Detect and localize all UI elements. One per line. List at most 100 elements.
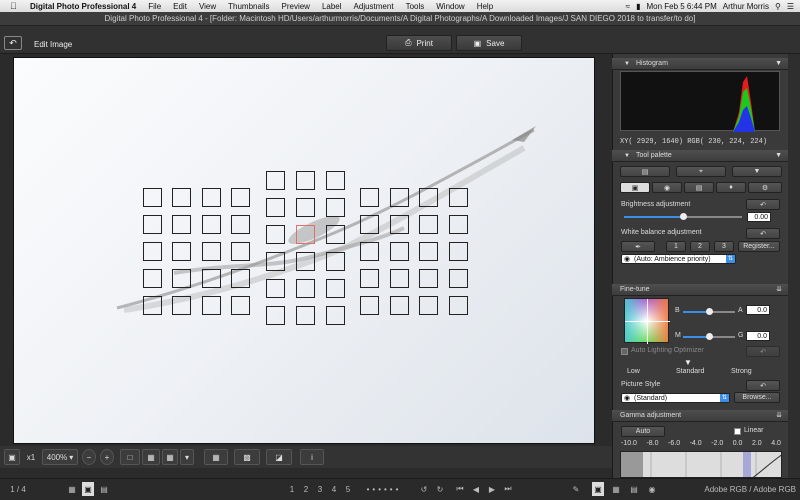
- ba-slider[interactable]: [683, 308, 735, 315]
- layout-1-icon[interactable]: ▣: [592, 482, 604, 496]
- menu-help[interactable]: Help: [477, 2, 493, 11]
- zoom-in-button[interactable]: +: [100, 449, 114, 465]
- gamma-graph[interactable]: [620, 451, 782, 478]
- tab-curve[interactable]: ▤: [684, 182, 714, 193]
- zoom-x1-button[interactable]: x1: [22, 449, 40, 465]
- crop-view-button[interactable]: □: [120, 449, 140, 465]
- wb-eyedropper-button[interactable]: ✒: [621, 241, 655, 252]
- wb-preset-1[interactable]: 1: [666, 241, 686, 252]
- tab-settings[interactable]: ⚙: [748, 182, 782, 193]
- af-points-button[interactable]: ▦: [204, 449, 228, 465]
- wb-select[interactable]: ◉ (Auto: Ambience priority) ⇅: [621, 254, 736, 264]
- tab-tone[interactable]: ◉: [652, 182, 682, 193]
- picture-style-reset[interactable]: ↶: [746, 380, 780, 391]
- layout-3-icon[interactable]: ▤: [628, 482, 640, 496]
- alo-marker-icon[interactable]: ▼: [684, 358, 692, 367]
- app-menu[interactable]: Digital Photo Professional 4: [30, 2, 136, 11]
- label-2-button[interactable]: 2: [300, 482, 312, 496]
- af-point: [231, 242, 250, 261]
- menu-window[interactable]: Window: [436, 2, 464, 11]
- undo-icon: ↶: [760, 348, 766, 356]
- mg-knob[interactable]: [706, 333, 713, 340]
- layout-2-icon[interactable]: ▦: [610, 482, 622, 496]
- menu-edit[interactable]: Edit: [173, 2, 187, 11]
- thumbnail-view-icon[interactable]: ▦: [66, 482, 78, 496]
- brightness-knob[interactable]: [680, 213, 687, 220]
- compare-button[interactable]: ◪: [266, 449, 292, 465]
- ba-knob[interactable]: [706, 308, 713, 315]
- tab-basic[interactable]: ▣: [620, 182, 650, 193]
- label-3-button[interactable]: 3: [314, 482, 326, 496]
- menu-label[interactable]: Label: [322, 2, 342, 11]
- label-5-button[interactable]: 5: [342, 482, 354, 496]
- alo-reset-button[interactable]: ↶: [746, 346, 780, 357]
- brightness-slider[interactable]: [624, 213, 742, 220]
- last-image-icon[interactable]: ⏭: [502, 482, 514, 496]
- brightness-value[interactable]: 0.00: [747, 212, 771, 222]
- fine-tune-header[interactable]: Fine-tune ⇊: [612, 284, 788, 296]
- print-button[interactable]: ⎙ Print: [386, 35, 452, 51]
- gamma-auto-button[interactable]: Auto: [621, 426, 665, 437]
- chevron-down-icon: ⇅: [726, 255, 735, 263]
- wb-reset-button[interactable]: ↶: [746, 228, 780, 239]
- fit-screen-button[interactable]: ▣: [4, 449, 20, 465]
- single-view-icon[interactable]: ▣: [82, 482, 94, 496]
- mg-slider[interactable]: [683, 333, 735, 340]
- camera-icon[interactable]: ◉: [646, 482, 658, 496]
- save-button[interactable]: ▣ Save: [456, 35, 522, 51]
- info-button[interactable]: i: [300, 449, 324, 465]
- a-value[interactable]: 0.0: [746, 305, 770, 315]
- first-image-icon[interactable]: ⏮: [454, 482, 466, 496]
- picture-style-select[interactable]: ◉ (Standard) ⇅: [621, 393, 730, 403]
- browse-button[interactable]: Browse...: [734, 392, 780, 403]
- menu-adjustment[interactable]: Adjustment: [354, 2, 394, 11]
- grid-view-button[interactable]: ▦: [162, 449, 178, 465]
- zoom-select[interactable]: 400% ▾: [42, 449, 78, 465]
- af-point: [231, 215, 250, 234]
- filmstrip-view-icon[interactable]: ▤: [98, 482, 110, 496]
- rating-dots[interactable]: ••••••: [358, 482, 410, 496]
- brightness-reset-button[interactable]: ↶: [746, 199, 780, 210]
- color-grid[interactable]: [624, 298, 670, 344]
- menu-tools[interactable]: Tools: [406, 2, 425, 11]
- linear-checkbox[interactable]: [734, 428, 741, 435]
- clock[interactable]: Mon Feb 5 6:44 PM: [646, 2, 716, 11]
- gamma-header[interactable]: Gamma adjustment ⇊: [612, 410, 788, 422]
- next-image-icon[interactable]: ▶: [486, 482, 498, 496]
- menu-file[interactable]: File: [148, 2, 161, 11]
- edit-tool-icon[interactable]: ✎: [570, 482, 582, 496]
- tab-color[interactable]: ♦: [716, 182, 746, 193]
- menu-list-icon[interactable]: ☰: [787, 2, 794, 11]
- label-1-button[interactable]: 1: [286, 482, 298, 496]
- rotate-left-icon[interactable]: ↺: [418, 482, 430, 496]
- menu-preview[interactable]: Preview: [282, 2, 310, 11]
- compare-view-button[interactable]: ▦: [142, 449, 160, 465]
- apple-logo-icon[interactable]: : [10, 1, 20, 11]
- back-button[interactable]: ↶: [4, 36, 22, 50]
- basic-adjust-tab[interactable]: ▤: [620, 166, 670, 177]
- gamma-curve: [621, 452, 781, 477]
- menu-thumbnails[interactable]: Thumbnails: [228, 2, 269, 11]
- wb-preset-3[interactable]: 3: [714, 241, 734, 252]
- label-4-button[interactable]: 4: [328, 482, 340, 496]
- highlight-warning-button[interactable]: ▩: [234, 449, 260, 465]
- wb-preset-2[interactable]: 2: [690, 241, 710, 252]
- g-value[interactable]: 0.0: [746, 331, 770, 341]
- alo-checkbox[interactable]: [621, 348, 628, 355]
- user-name[interactable]: Arthur Morris: [723, 2, 769, 11]
- wb-register-button[interactable]: Register...: [738, 241, 780, 252]
- tool-palette-header[interactable]: ▼ Tool palette ▼: [612, 150, 788, 162]
- search-icon[interactable]: ⚲: [775, 2, 781, 11]
- panel-scrollbar[interactable]: [788, 54, 800, 478]
- battery-icon[interactable]: ▮: [636, 2, 640, 11]
- dust-tab[interactable]: ▼: [732, 166, 782, 177]
- wifi-icon[interactable]: ≈: [626, 2, 630, 11]
- crop-tab[interactable]: ⌖: [676, 166, 726, 177]
- histogram-header[interactable]: ▼ Histogram ▼: [612, 58, 788, 70]
- image-viewer[interactable]: [13, 57, 595, 444]
- zoom-out-button[interactable]: −: [82, 449, 96, 465]
- previous-image-icon[interactable]: ◀: [470, 482, 482, 496]
- rotate-right-icon[interactable]: ↻: [434, 482, 446, 496]
- grid-options-button[interactable]: ▾: [180, 449, 194, 465]
- menu-view[interactable]: View: [199, 2, 216, 11]
